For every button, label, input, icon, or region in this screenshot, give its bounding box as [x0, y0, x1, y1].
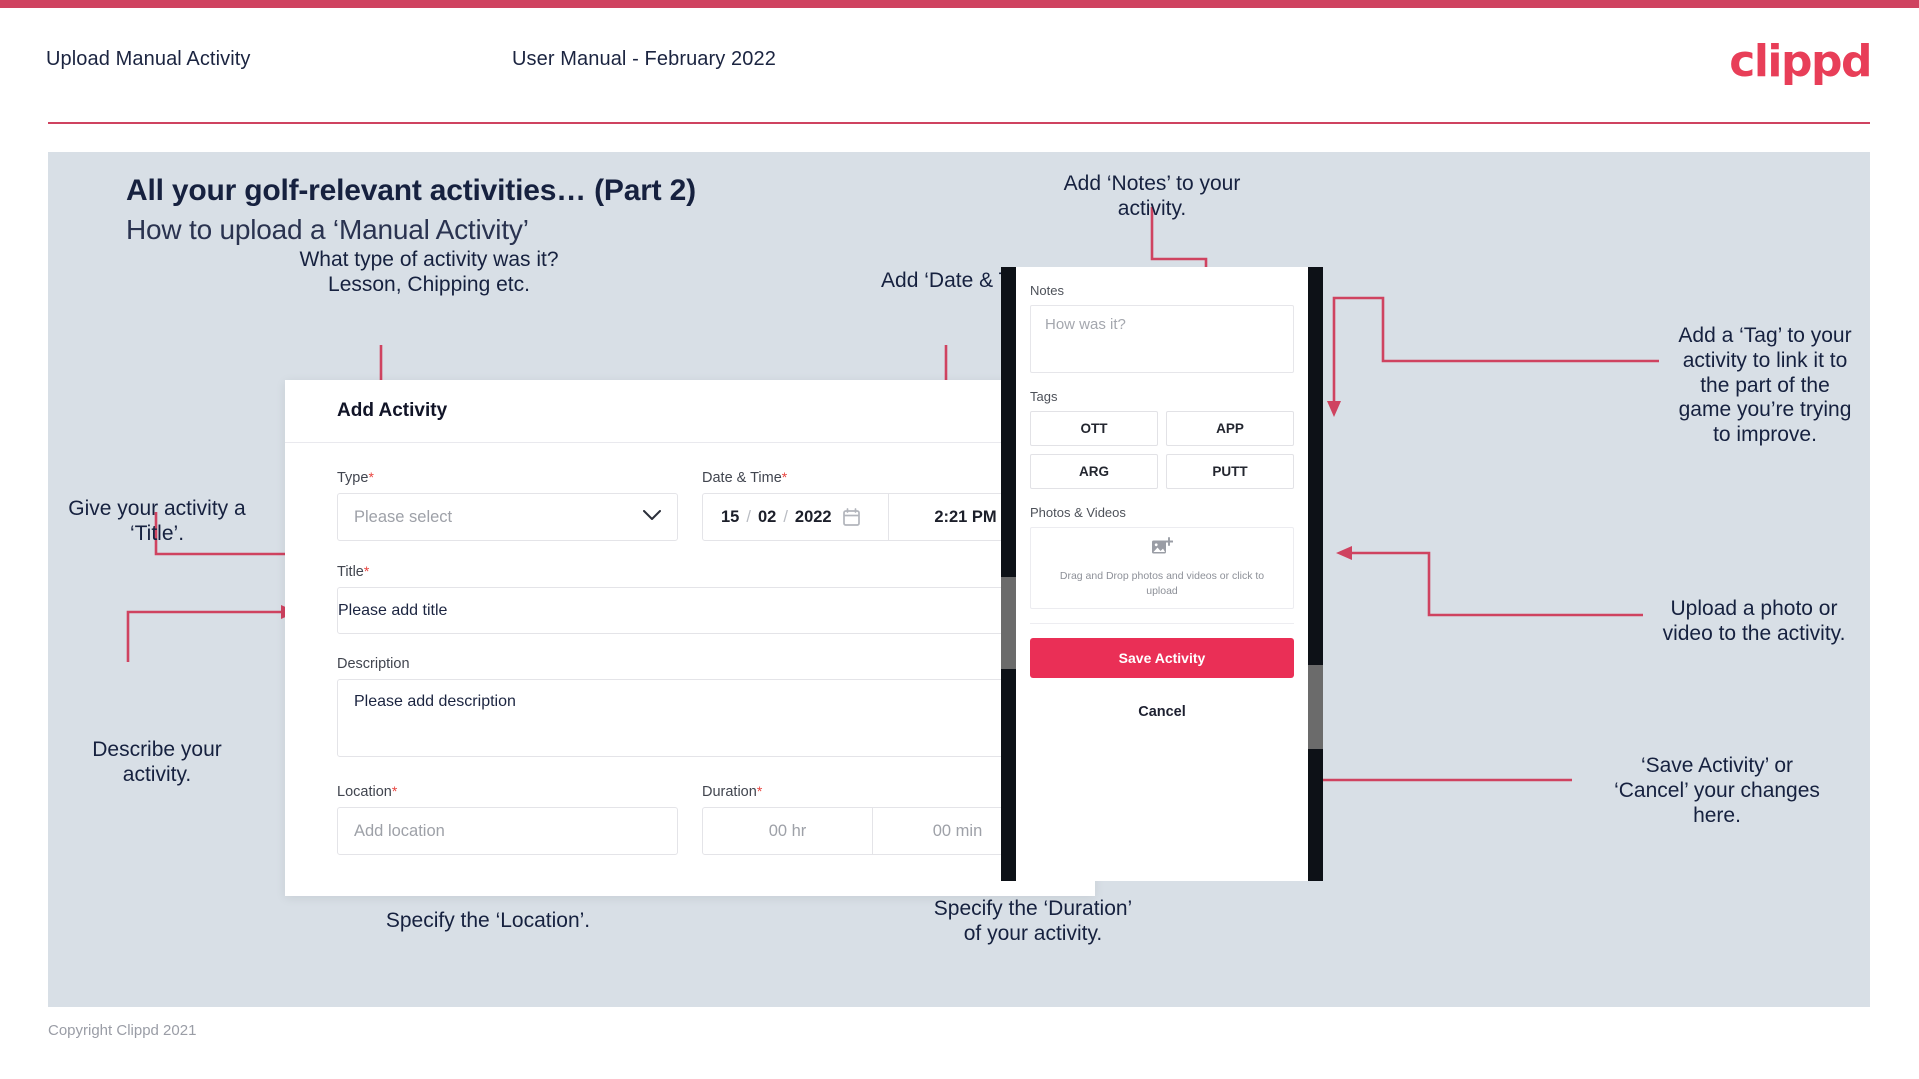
callout-save-cancel: ‘Save Activity’ or ‘Cancel’ your changes… [1614, 754, 1820, 827]
title-input[interactable]: Please add title [337, 587, 1043, 634]
tag-button-arg[interactable]: ARG [1030, 454, 1158, 489]
phone-bezel-left [1001, 267, 1016, 881]
photos-videos-label: Photos & Videos [1030, 505, 1126, 520]
callout-notes: Add ‘Notes’ to your activity. [1063, 172, 1241, 220]
title-label-text: Title [337, 564, 364, 580]
type-placeholder: Please select [354, 507, 453, 526]
required-asterisk: * [756, 783, 763, 799]
tags-label: Tags [1030, 389, 1058, 404]
photo-upload-dropzone[interactable]: Drag and Drop photos and videos or click… [1030, 527, 1294, 609]
duration-hours-input[interactable]: 00 hr [703, 808, 872, 854]
duration-label: Duration* [702, 783, 1043, 800]
notes-textarea[interactable]: How was it? [1030, 305, 1294, 373]
location-duration-row: Location* Add location Duration* 00 hr 0… [337, 757, 1043, 855]
phone-divider [1030, 623, 1294, 624]
callout-type: What type of activity was it? Lesson, Ch… [299, 248, 559, 296]
title-placeholder: Please add title [338, 601, 448, 619]
duration-label-text: Duration [702, 784, 757, 800]
date-year: 2022 [794, 507, 832, 526]
type-label: Type* [337, 469, 678, 486]
type-field-group: Type* Please select [337, 469, 678, 541]
datetime-label: Date & Time* [702, 469, 1043, 486]
tag-button-putt[interactable]: PUTT [1166, 454, 1294, 489]
phone-mockup: Notes How was it? Tags OTT APP ARG PUTT … [1001, 267, 1323, 881]
phone-bezel-right [1308, 267, 1323, 881]
phone-screen: Notes How was it? Tags OTT APP ARG PUTT … [1016, 267, 1308, 881]
description-field-group: Description Please add description ◢ [337, 634, 1043, 757]
callout-duration: Specify the ‘Duration’ of your activity. [933, 897, 1133, 945]
chevron-down-icon [643, 508, 661, 526]
page-subtitle: User Manual - February 2022 [512, 48, 776, 70]
save-activity-button[interactable]: Save Activity [1030, 638, 1294, 678]
title-label: Title* [337, 563, 1043, 580]
location-field-group: Location* Add location [337, 783, 678, 855]
datetime-field-group: Date & Time* 15 / 02 / 2022 2:21 PM [702, 469, 1043, 541]
callout-title: Give your activity a ‘Title’. [68, 497, 246, 545]
datetime-control: 15 / 02 / 2022 2:21 PM [702, 493, 1043, 541]
datetime-label-text: Date & Time [702, 470, 782, 486]
header-divider [48, 122, 1870, 124]
calendar-icon[interactable] [842, 508, 860, 526]
footer-copyright: Copyright Clippd 2021 [48, 1022, 197, 1039]
top-accent-bar [0, 0, 1919, 8]
description-label: Description [337, 656, 1043, 672]
date-day: 15 [721, 507, 740, 526]
dialog-body: Type* Please select Date & Time* 15 / 02… [285, 443, 1095, 855]
clippd-logo: clippd [1729, 36, 1872, 87]
tags-group: OTT APP ARG PUTT [1030, 411, 1294, 489]
duration-field-group: Duration* 00 hr 00 min [702, 783, 1043, 855]
date-input[interactable]: 15 / 02 / 2022 [703, 494, 889, 540]
required-asterisk: * [368, 469, 374, 485]
page-title: Upload Manual Activity [46, 48, 251, 70]
callout-location: Specify the ‘Location’. [385, 909, 591, 932]
add-activity-dialog: Add Activity Type* Please select Date & … [285, 380, 1095, 896]
cancel-button[interactable]: Cancel [1030, 704, 1294, 720]
callout-tags: Add a ‘Tag’ to your activity to link it … [1678, 324, 1852, 447]
required-asterisk: * [391, 783, 398, 799]
notes-label: Notes [1030, 283, 1064, 298]
slide-subtitle: How to upload a ‘Manual Activity’ [126, 214, 529, 245]
location-label: Location* [337, 783, 678, 800]
type-datetime-row: Type* Please select Date & Time* 15 / 02… [337, 443, 1043, 541]
tag-button-ott[interactable]: OTT [1030, 411, 1158, 446]
add-image-icon [1151, 536, 1174, 562]
callout-description: Describe your activity. [92, 738, 222, 786]
tag-button-app[interactable]: APP [1166, 411, 1294, 446]
slide-panel: All your golf-relevant activities… (Part… [48, 152, 1870, 1007]
date-month: 02 [757, 507, 777, 526]
title-field-group: Title* Please add title [337, 541, 1043, 634]
required-asterisk: * [363, 563, 370, 579]
dialog-title: Add Activity [337, 400, 448, 421]
notes-placeholder: How was it? [1045, 316, 1126, 333]
description-placeholder: Please add description [354, 693, 516, 710]
date-separator: / [746, 507, 751, 526]
phone-volume-button-left [1001, 577, 1016, 669]
description-label-text: Description [337, 656, 410, 672]
duration-control: 00 hr 00 min [702, 807, 1043, 855]
description-textarea[interactable]: Please add description ◢ [337, 679, 1043, 757]
phone-power-button-right [1308, 665, 1323, 749]
slide-title: All your golf-relevant activities… (Part… [126, 174, 696, 207]
required-asterisk: * [781, 469, 788, 485]
location-input[interactable]: Add location [337, 807, 678, 855]
type-select[interactable]: Please select [337, 493, 678, 541]
dropzone-text: Drag and Drop photos and videos or click… [1059, 569, 1265, 597]
dialog-header: Add Activity [285, 380, 1095, 443]
callout-upload: Upload a photo or video to the activity. [1662, 597, 1846, 645]
page-header: Upload Manual Activity User Manual - Feb… [0, 8, 1919, 126]
type-label-text: Type [337, 470, 369, 486]
location-label-text: Location [337, 784, 392, 800]
location-placeholder: Add location [354, 821, 445, 840]
date-separator: / [783, 507, 788, 526]
